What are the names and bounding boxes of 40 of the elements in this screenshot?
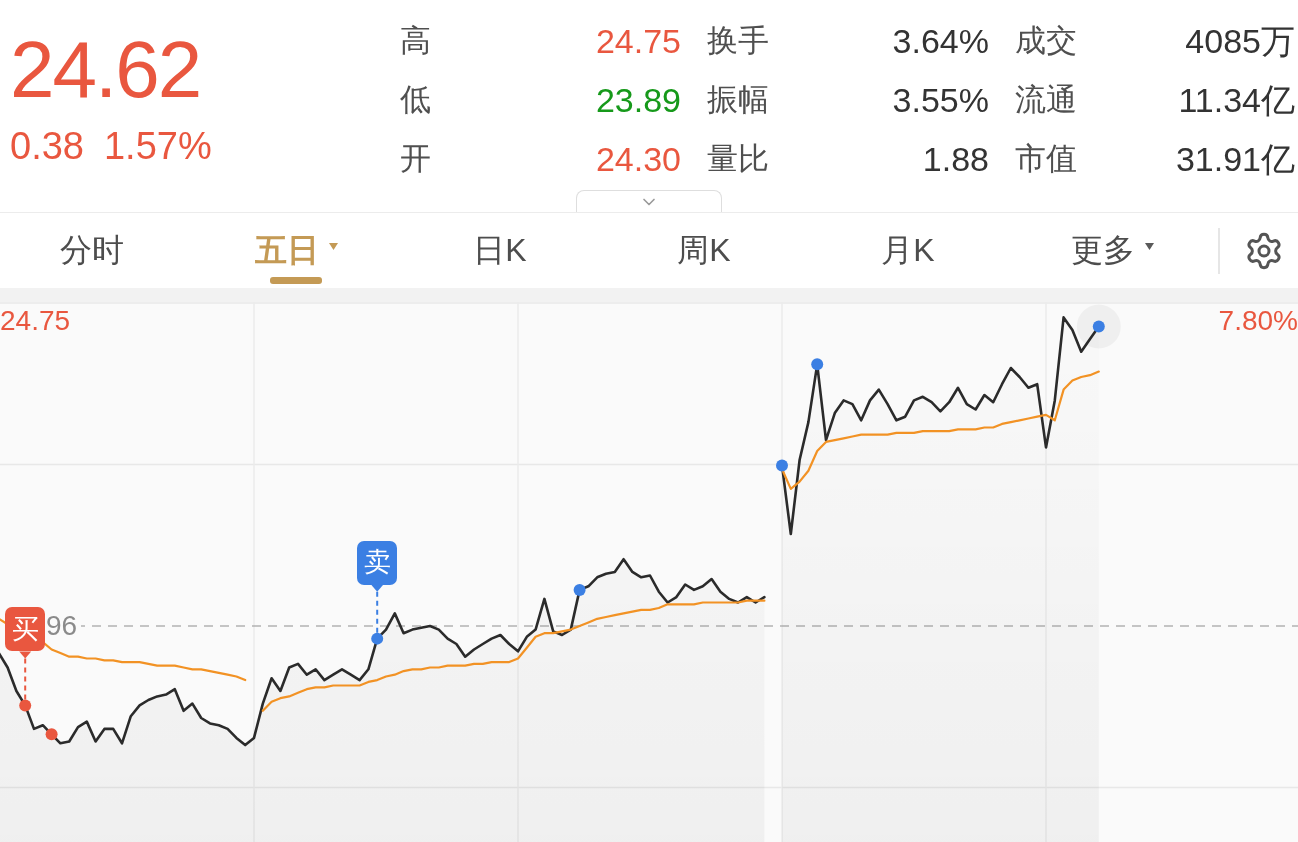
stat-label: 换手	[707, 24, 769, 59]
tag-pointer-line	[19, 651, 32, 701]
period-tab[interactable]: 分时	[0, 213, 194, 288]
period-tab[interactable]: 周K	[602, 213, 806, 288]
period-tab[interactable]: 更多	[1010, 213, 1214, 288]
stat-label: 市值	[1015, 142, 1077, 177]
stat-value: 24.30	[595, 140, 681, 179]
trade-tag: 买	[5, 607, 46, 652]
marker-dot-icon	[811, 358, 824, 371]
stat-value: 23.89	[595, 81, 681, 120]
stat-label: 开	[400, 142, 431, 177]
stat-label: 成交	[1015, 24, 1077, 59]
period-tab[interactable]: 月K	[806, 213, 1010, 288]
stat-label: 低	[400, 83, 431, 118]
axis-price-label: 24.75	[0, 307, 71, 335]
stat-value: 24.75	[595, 22, 681, 61]
period-tab[interactable]: 日K	[398, 213, 602, 288]
stat-value: 3.64%	[892, 22, 989, 61]
stat-label: 流通	[1015, 83, 1077, 118]
marker-dot-icon	[19, 699, 32, 712]
trade-tag: 卖	[357, 540, 398, 585]
stat-value: 3.55%	[892, 81, 989, 120]
stat-value: 11.34亿	[1178, 81, 1295, 120]
marker-dot-icon	[573, 583, 586, 596]
stat-label: 量比	[707, 142, 769, 177]
current-point-halo	[1076, 304, 1121, 349]
price-change: 0.38	[10, 127, 84, 165]
marker-dot-icon	[371, 632, 384, 645]
stat-value: 4085万	[1185, 22, 1295, 61]
percent-change: 1.57%	[103, 127, 212, 165]
stat-value: 1.88	[922, 140, 989, 179]
last-price: 24.62	[10, 30, 201, 110]
stat-value: 31.91亿	[1175, 140, 1295, 179]
marker-dot-icon	[776, 459, 788, 472]
stat-label: 振幅	[707, 83, 769, 118]
marker-dot-icon	[1092, 320, 1105, 333]
stat-label: 高	[400, 24, 431, 59]
tag-pointer-line	[371, 584, 384, 634]
axis-percent-label: 7.80%	[1218, 307, 1298, 335]
marker-dot-icon	[45, 728, 58, 741]
